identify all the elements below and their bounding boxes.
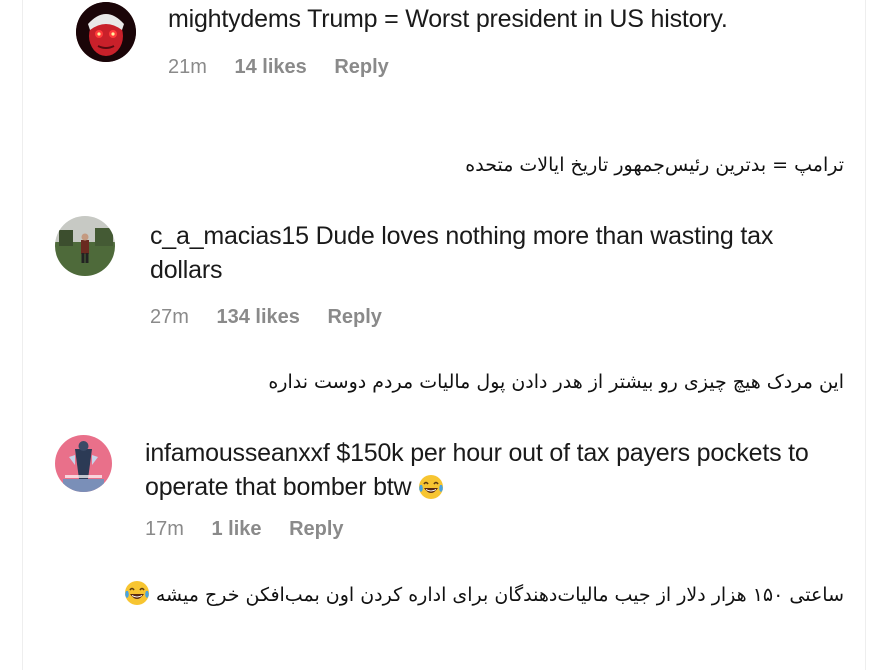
- reply-button[interactable]: Reply: [289, 518, 343, 540]
- reply-button[interactable]: Reply: [334, 56, 388, 78]
- left-divider: [22, 0, 23, 670]
- comment-username[interactable]: infamousseanxxf: [145, 439, 330, 467]
- comment-username[interactable]: mightydems: [168, 5, 301, 33]
- likes-count[interactable]: 1 like: [211, 518, 261, 540]
- translation-block: ساعتی ۱۵۰ هزار دلار از جیب مالیات‌دهندگا…: [44, 578, 844, 612]
- reply-button[interactable]: Reply: [327, 306, 381, 328]
- translation-text: این مردک هیچ چیزی رو بیشتر از هدر دادن پ…: [268, 371, 844, 393]
- likes-count[interactable]: 134 likes: [216, 306, 299, 328]
- likes-count[interactable]: 14 likes: [234, 56, 306, 78]
- comment-meta: 27m 134 likes Reply: [150, 306, 404, 329]
- comment-username[interactable]: c_a_macias15: [150, 222, 309, 250]
- avatar[interactable]: [55, 435, 112, 492]
- avatar[interactable]: [76, 2, 136, 62]
- comment-text: Trump = Worst president in US history.: [307, 5, 728, 33]
- comment-time: 27m: [150, 306, 189, 328]
- comment-meta: 17m 1 like Reply: [145, 518, 366, 541]
- laughing-tears-emoji-icon: [419, 475, 444, 499]
- laughing-tears-emoji-icon: [124, 581, 149, 605]
- comment-time: 21m: [168, 56, 207, 78]
- translation-text: ترامپ = بدترین رئیس‌جمهور تاریخ ایالات م…: [465, 154, 844, 176]
- comment-meta: 21m 14 likes Reply: [168, 56, 411, 79]
- comment-time: 17m: [145, 518, 184, 540]
- right-divider: [865, 0, 866, 670]
- translation-text: ساعتی ۱۵۰ هزار دلار از جیب مالیات‌دهندگا…: [155, 584, 844, 606]
- avatar[interactable]: [55, 216, 115, 276]
